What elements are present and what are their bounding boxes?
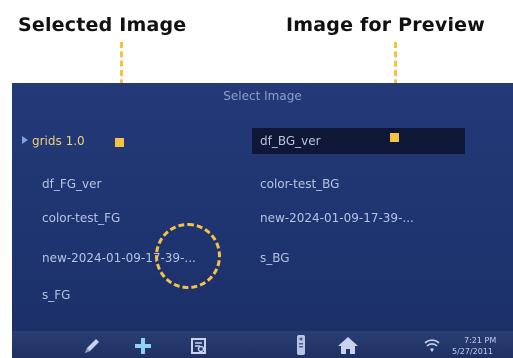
image-item-df-fg-ver[interactable]: df_FG_ver	[42, 177, 101, 191]
image-item-s-fg[interactable]: s_FG	[42, 288, 70, 302]
image-item-color-test-fg[interactable]: color-test_FG	[42, 211, 120, 225]
clock-time: 7:21 PM	[464, 336, 497, 345]
image-item-s-bg[interactable]: s_BG	[260, 251, 290, 265]
image-item-color-test-bg[interactable]: color-test_BG	[260, 177, 339, 191]
plus-icon[interactable]	[134, 337, 152, 355]
callout-image-for-preview: Image for Preview	[286, 14, 486, 36]
preview-image-marker	[390, 133, 399, 142]
preview-icon[interactable]	[190, 337, 208, 355]
wifi-icon	[424, 339, 440, 352]
image-item-new-2024-bg[interactable]: new-2024-01-09-17-39-...	[260, 211, 414, 225]
callout-selected-image: Selected Image	[18, 14, 187, 36]
device-screen: Select Image grids 1.0 df_FG_ver color-t…	[12, 83, 513, 358]
remote-icon[interactable]	[294, 334, 308, 356]
screen-title: Select Image	[223, 89, 302, 103]
pencil-icon[interactable]	[82, 336, 102, 356]
preview-button-highlight	[155, 223, 221, 289]
image-item-grids[interactable]: grids 1.0	[22, 134, 85, 148]
selected-image-marker	[115, 138, 124, 147]
home-icon[interactable]	[337, 335, 359, 355]
selection-arrow-icon	[22, 136, 28, 144]
clock-date: 5/27/2011	[452, 347, 494, 356]
image-item-label: grids 1.0	[32, 134, 85, 148]
image-item-df-bg-ver[interactable]: df_BG_ver	[260, 134, 321, 148]
